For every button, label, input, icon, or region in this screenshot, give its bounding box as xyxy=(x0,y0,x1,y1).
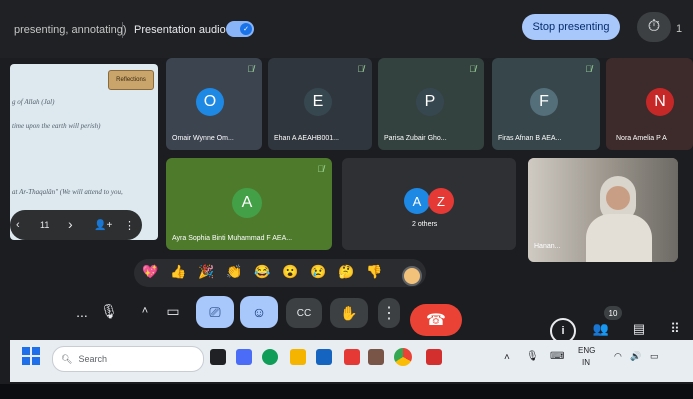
heart-reaction[interactable]: 💖 xyxy=(142,264,158,280)
participant-tile[interactable]: 🎙̸ F Firas Afnan B AEA... xyxy=(492,58,600,150)
presentation-audio-label: Presentation audio xyxy=(134,24,226,36)
mic-off-icon: 🎙̸ xyxy=(317,164,324,174)
mic-icon[interactable]: 🎙 xyxy=(96,298,122,324)
top-bar: presenting, annotating) Presentation aud… xyxy=(0,0,693,58)
language-indicator[interactable]: ENG xyxy=(578,346,595,355)
presentation-controls: ‹ 11 › 👤+ ⋮ xyxy=(10,210,142,240)
chevron-right-icon[interactable]: › xyxy=(68,216,73,232)
thinking-reaction[interactable]: 🤔 xyxy=(338,264,354,280)
person-body xyxy=(586,214,652,262)
avatar: Z xyxy=(428,188,454,214)
thumbs-down-reaction[interactable]: 👎 xyxy=(366,264,382,280)
present-screen-icon[interactable]: ⎚ xyxy=(196,296,234,328)
skin-tone-button[interactable] xyxy=(402,266,422,286)
search-icon: 🔍︎ xyxy=(61,353,73,364)
others-tile[interactable]: A Z 2 others xyxy=(342,158,516,250)
timer-icon[interactable]: ⏱ xyxy=(637,12,671,42)
page-number: 11 xyxy=(40,220,50,230)
avatar: P xyxy=(416,88,444,116)
party-reaction[interactable]: 🎉 xyxy=(198,264,214,280)
raise-hand-icon[interactable]: ✋ xyxy=(330,298,368,328)
slide-logo: Reflections xyxy=(108,70,154,90)
mic-off-icon: 🎙̸ xyxy=(357,64,364,74)
presenting-status: presenting, annotating) xyxy=(14,24,127,36)
mic-icon[interactable]: 🎙 xyxy=(526,351,539,362)
keyboard-icon[interactable]: ⌨ xyxy=(550,351,564,362)
timer-number: 1 xyxy=(676,23,683,35)
powerpoint-icon[interactable] xyxy=(426,349,442,365)
chrome-icon[interactable] xyxy=(394,348,412,366)
participant-name: Hanan... xyxy=(534,243,561,250)
participant-tile[interactable]: 🎙̸ O Omair Wynne Om... xyxy=(166,58,262,150)
add-person-icon[interactable]: 👤+ xyxy=(94,220,112,231)
windows-taskbar: 🔍︎ Search ˄ 🎙 ⌨ ENG IN ◠ 🔊 ▭ xyxy=(10,340,693,382)
divider xyxy=(122,22,123,38)
store-icon[interactable] xyxy=(316,349,332,365)
chevron-left-icon[interactable]: ‹ xyxy=(16,219,20,231)
participant-name: Firas Afnan B AEA... xyxy=(498,135,562,142)
participant-name: Parisa Zubair Gho... xyxy=(384,135,447,142)
search-placeholder: Search xyxy=(78,354,107,364)
reactions-bar: 💖 👍 🎉 👏 😂 😮 😢 🤔 👎 xyxy=(134,259,426,287)
more-audio-options[interactable]: ... xyxy=(72,302,92,322)
app-icon[interactable] xyxy=(368,349,384,365)
file-explorer-icon[interactable] xyxy=(290,349,306,365)
captions-icon[interactable]: CC xyxy=(286,298,322,328)
region-indicator: IN xyxy=(582,358,590,367)
participant-name: Ayra Sophia Binti Muhammad F AEA... xyxy=(172,235,293,242)
activities-icon[interactable]: ⠿ xyxy=(664,318,686,340)
screen-bezel xyxy=(0,384,693,399)
avatar: O xyxy=(196,88,224,116)
slide-text-line: at Ar-Thaqalân" (We will attend to you, xyxy=(12,188,123,196)
mic-off-icon: 🎙̸ xyxy=(247,64,254,74)
person-face xyxy=(606,186,630,210)
teams-icon[interactable] xyxy=(236,349,252,365)
slide-text-line: time upon the earth will perish) xyxy=(12,122,101,130)
more-vert-icon[interactable]: ⋮ xyxy=(124,219,135,232)
camera-icon[interactable]: ▭ xyxy=(160,298,186,324)
avatar: N xyxy=(646,88,674,116)
task-view-icon[interactable] xyxy=(210,349,226,365)
mic-off-icon: 🎙̸ xyxy=(469,64,476,74)
sad-reaction[interactable]: 😢 xyxy=(310,264,326,280)
participant-tile[interactable]: 🎙̸ A Ayra Sophia Binti Muhammad F AEA... xyxy=(166,158,332,250)
check-icon: ✓ xyxy=(240,23,252,35)
wifi-icon[interactable]: ◠ xyxy=(614,351,622,362)
slide-text-line: g of Allah (Jal) xyxy=(12,98,55,106)
avatar: E xyxy=(304,88,332,116)
avatar: A xyxy=(232,188,262,218)
laugh-reaction[interactable]: 😂 xyxy=(254,264,270,280)
stop-presenting-button[interactable]: Stop presenting xyxy=(522,14,620,40)
windows-start-icon[interactable] xyxy=(22,347,40,365)
participant-tile[interactable]: N Nora Amelia P A xyxy=(606,58,693,150)
volume-icon[interactable]: 🔊 xyxy=(630,351,641,362)
app-icon[interactable] xyxy=(344,349,360,365)
meet-screen: presenting, annotating) Presentation aud… xyxy=(0,0,693,399)
taskbar-search[interactable]: 🔍︎ Search xyxy=(52,346,204,372)
more-vert-icon[interactable]: ⋮ xyxy=(378,298,400,328)
presentation-audio-toggle[interactable]: ✓ xyxy=(226,21,254,37)
others-label: 2 others xyxy=(412,221,438,228)
participant-tile[interactable]: 🎙̸ P Parisa Zubair Gho... xyxy=(378,58,484,150)
edge-icon[interactable] xyxy=(262,349,278,365)
video-tile[interactable]: Hanan... xyxy=(528,158,678,262)
leave-call-icon[interactable]: ☎ xyxy=(410,304,462,336)
battery-icon[interactable]: ▭ xyxy=(650,351,659,362)
participant-tile[interactable]: 🎙̸ E Ehan A AEAHB001... xyxy=(268,58,372,150)
chat-icon[interactable]: ▤ xyxy=(628,318,650,340)
clap-reaction[interactable]: 👏 xyxy=(226,264,242,280)
chevron-up-icon[interactable]: ˄ xyxy=(504,352,510,363)
people-icon[interactable]: 👥 xyxy=(590,318,612,340)
participant-name: Ehan A AEAHB001... xyxy=(274,135,339,142)
avatar: F xyxy=(530,88,558,116)
emoji-icon[interactable]: ☺ xyxy=(240,296,278,328)
participant-name: Omair Wynne Om... xyxy=(172,135,234,142)
avatar: A xyxy=(404,188,430,214)
chevron-up-icon[interactable]: ˄ xyxy=(138,304,152,318)
surprised-reaction[interactable]: 😮 xyxy=(282,264,298,280)
mic-off-icon: 🎙̸ xyxy=(585,64,592,74)
thumbs-up-reaction[interactable]: 👍 xyxy=(170,264,186,280)
participant-name: Nora Amelia P A xyxy=(616,135,667,142)
